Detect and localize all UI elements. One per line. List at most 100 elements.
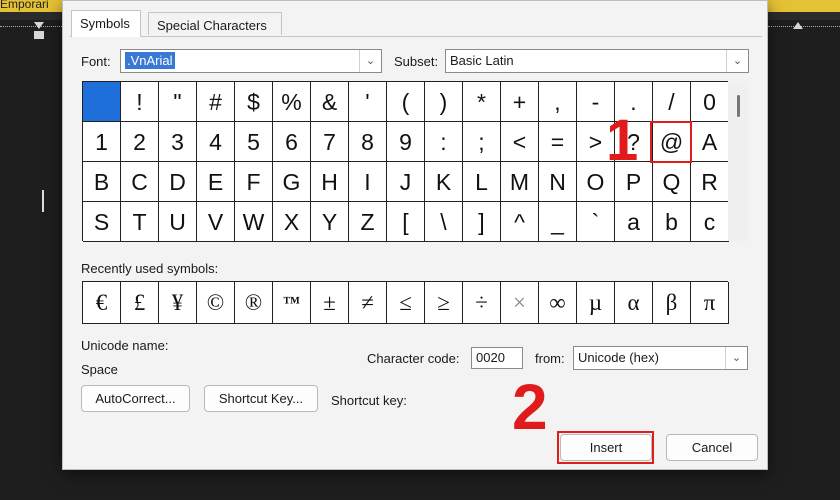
symbol-cell[interactable]: a: [615, 202, 653, 242]
symbol-cell[interactable]: 8: [349, 122, 387, 162]
tab-special-characters[interactable]: Special Characters: [148, 12, 282, 35]
symbol-cell[interactable]: 0: [691, 82, 729, 122]
recent-symbol-cell[interactable]: ÷: [463, 282, 501, 324]
symbol-cell[interactable]: <: [501, 122, 539, 162]
symbol-cell[interactable]: Q: [653, 162, 691, 202]
symbol-cell[interactable]: U: [159, 202, 197, 242]
chevron-down-icon[interactable]: ⌄: [725, 347, 747, 369]
symbol-cell[interactable]: +: [501, 82, 539, 122]
symbol-cell[interactable]: 5: [235, 122, 273, 162]
symbol-cell[interactable]: ): [425, 82, 463, 122]
from-dropdown[interactable]: Unicode (hex) ⌄: [573, 346, 748, 370]
symbol-cell[interactable]: F: [235, 162, 273, 202]
recent-symbol-cell[interactable]: ©: [197, 282, 235, 324]
at-sign-highlight-box: [650, 121, 692, 163]
symbol-cell[interactable]: (: [387, 82, 425, 122]
symbol-cell[interactable]: b: [653, 202, 691, 242]
recent-symbol-cell[interactable]: ≠: [349, 282, 387, 324]
recent-symbol-cell[interactable]: µ: [577, 282, 615, 324]
symbol-cell[interactable]: 4: [197, 122, 235, 162]
recent-symbol-cell[interactable]: ≤: [387, 282, 425, 324]
symbol-cell[interactable]: ;: [463, 122, 501, 162]
symbol-cell[interactable]: \: [425, 202, 463, 242]
symbol-cell[interactable]: _: [539, 202, 577, 242]
symbol-cell[interactable]: ,: [539, 82, 577, 122]
symbol-cell[interactable]: Z: [349, 202, 387, 242]
symbol-cell[interactable]: *: [463, 82, 501, 122]
font-dropdown[interactable]: .VnArial ⌄: [120, 49, 382, 73]
symbol-cell[interactable]: [83, 82, 121, 122]
recent-symbol-cell[interactable]: ≥: [425, 282, 463, 324]
symbol-cell[interactable]: A: [691, 122, 729, 162]
symbol-cell[interactable]: %: [273, 82, 311, 122]
recent-symbol-cell[interactable]: π: [691, 282, 729, 324]
symbol-cell[interactable]: 9: [387, 122, 425, 162]
recent-symbols-grid: € £ ¥ © ® ™ ± ≠ ≤ ≥ ÷ × ∞ µ α β π: [82, 281, 729, 324]
indent-marker-icon[interactable]: [34, 22, 44, 44]
symbol-cell[interactable]: G: [273, 162, 311, 202]
symbol-cell[interactable]: 2: [121, 122, 159, 162]
recent-symbol-cell[interactable]: ×: [501, 282, 539, 324]
symbol-cell[interactable]: ': [349, 82, 387, 122]
symbol-cell[interactable]: ": [159, 82, 197, 122]
cancel-button[interactable]: Cancel: [666, 434, 758, 461]
chevron-down-icon[interactable]: ⌄: [726, 50, 748, 72]
symbol-cell[interactable]: L: [463, 162, 501, 202]
autocorrect-button[interactable]: AutoCorrect...: [81, 385, 190, 412]
symbol-grid-scrollbar[interactable]: [728, 81, 748, 241]
symbol-cell[interactable]: T: [121, 202, 159, 242]
symbol-cell[interactable]: D: [159, 162, 197, 202]
symbol-cell[interactable]: #: [197, 82, 235, 122]
symbol-cell[interactable]: M: [501, 162, 539, 202]
symbol-cell[interactable]: K: [425, 162, 463, 202]
right-indent-marker-icon[interactable]: [793, 22, 803, 29]
subset-dropdown[interactable]: Basic Latin ⌄: [445, 49, 749, 73]
chevron-down-icon[interactable]: ⌄: [359, 50, 381, 72]
symbol-cell[interactable]: 7: [311, 122, 349, 162]
tab-symbols[interactable]: Symbols: [71, 10, 141, 37]
symbol-cell[interactable]: J: [387, 162, 425, 202]
symbol-cell[interactable]: !: [121, 82, 159, 122]
recent-symbol-cell[interactable]: £: [121, 282, 159, 324]
recent-symbol-cell[interactable]: ±: [311, 282, 349, 324]
symbol-cell[interactable]: 3: [159, 122, 197, 162]
symbol-cell[interactable]: C: [121, 162, 159, 202]
recent-symbol-cell[interactable]: ®: [235, 282, 273, 324]
symbol-cell[interactable]: H: [311, 162, 349, 202]
recent-symbol-cell[interactable]: ¥: [159, 282, 197, 324]
recent-symbol-cell[interactable]: α: [615, 282, 653, 324]
shortcut-key-label: Shortcut key:: [331, 393, 407, 408]
recent-symbol-cell[interactable]: β: [653, 282, 691, 324]
symbol-cell[interactable]: 6: [273, 122, 311, 162]
symbol-cell[interactable]: B: [83, 162, 121, 202]
unicode-name-value: Space: [81, 362, 118, 377]
symbol-cell[interactable]: `: [577, 202, 615, 242]
symbol-cell[interactable]: Y: [311, 202, 349, 242]
symbol-cell[interactable]: V: [197, 202, 235, 242]
symbol-cell[interactable]: 1: [83, 122, 121, 162]
symbol-cell[interactable]: E: [197, 162, 235, 202]
recent-symbol-cell[interactable]: €: [83, 282, 121, 324]
symbol-cell[interactable]: :: [425, 122, 463, 162]
symbol-cell[interactable]: X: [273, 202, 311, 242]
symbol-cell[interactable]: I: [349, 162, 387, 202]
shortcut-key-button[interactable]: Shortcut Key...: [204, 385, 318, 412]
symbol-cell[interactable]: R: [691, 162, 729, 202]
symbol-cell[interactable]: ^: [501, 202, 539, 242]
recent-symbol-cell[interactable]: ∞: [539, 282, 577, 324]
symbol-cell[interactable]: N: [539, 162, 577, 202]
symbol-cell[interactable]: S: [83, 202, 121, 242]
symbol-cell[interactable]: ]: [463, 202, 501, 242]
symbol-cell[interactable]: [: [387, 202, 425, 242]
tab-panel-border: [70, 36, 762, 37]
recent-symbol-cell[interactable]: ™: [273, 282, 311, 324]
symbol-cell[interactable]: &: [311, 82, 349, 122]
symbol-cell[interactable]: /: [653, 82, 691, 122]
from-value: Unicode (hex): [578, 350, 659, 365]
symbol-cell[interactable]: $: [235, 82, 273, 122]
scrollbar-thumb[interactable]: [737, 95, 740, 117]
symbol-cell[interactable]: W: [235, 202, 273, 242]
symbol-cell[interactable]: c: [691, 202, 729, 242]
character-code-input[interactable]: 0020: [471, 347, 523, 369]
symbol-cell[interactable]: =: [539, 122, 577, 162]
